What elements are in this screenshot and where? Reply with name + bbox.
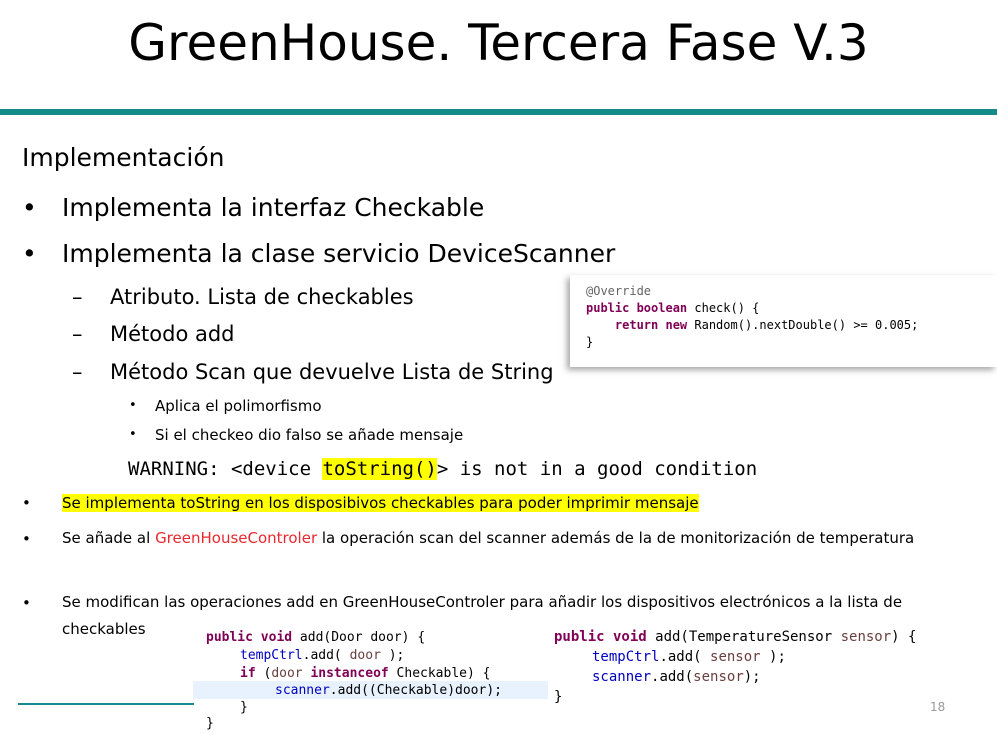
code-text: Random().nextDouble() >= 0.005; — [687, 318, 919, 332]
code-line: return new Random().nextDouble() >= 0.00… — [586, 317, 918, 334]
sub-sub-bullet-text: Si el checkeo dio falso se añade mensaje — [155, 426, 464, 444]
para-bullet-dot: • — [22, 594, 31, 612]
sub-bullet-atributo: – Atributo. Lista de checkables — [72, 282, 414, 312]
sub-bullet-text: Atributo. Lista de checkables — [110, 285, 414, 309]
code-keyword: if — [240, 666, 256, 681]
para-scan-before: Se añade al — [62, 529, 156, 547]
bullet-checkable: • Implementa la interfaz Checkable — [22, 190, 485, 226]
code-text: ( — [255, 666, 272, 681]
code-line: } — [586, 334, 593, 351]
code-variable: sensor — [693, 669, 744, 685]
code-text: .add( — [302, 648, 350, 663]
code-text: add(TemperatureSensor — [646, 629, 841, 645]
sub-sub-bullet-text: Aplica el polimorfismo — [155, 397, 322, 415]
sub-bullet-text: Método add — [110, 322, 235, 346]
code-text: .add((Checkable)door); — [329, 683, 502, 698]
code-line: scanner.add((Checkable)door); — [275, 681, 502, 700]
code-field: tempCtrl — [592, 649, 660, 665]
para-tostring: Se implementa toString en los disposibiv… — [62, 490, 982, 517]
title-divider — [0, 109, 997, 115]
code-text: ) { — [891, 629, 917, 645]
code-line: } — [206, 714, 214, 733]
code-text: Checkable) { — [388, 666, 491, 681]
sub-bullet-dash: – — [72, 360, 83, 384]
para-bullet-dot: • — [22, 530, 31, 548]
code-line: tempCtrl.add( sensor ); — [592, 648, 786, 667]
code-text: .add( — [659, 649, 711, 665]
code-field: scanner — [275, 683, 330, 698]
bullet-dot: • — [22, 193, 37, 222]
code-variable: sensor — [710, 649, 761, 665]
code-text: check() { — [687, 301, 760, 315]
code-field: scanner — [592, 669, 652, 685]
code-text: .add( — [651, 669, 694, 685]
code-keyword: public boolean — [586, 301, 688, 315]
sub-bullet-text: Método Scan que devuelve Lista de String — [110, 360, 554, 384]
bullet-text: Implementa la interfaz Checkable — [62, 193, 485, 222]
code-variable: sensor — [840, 629, 892, 645]
sub-bullet-dash: – — [72, 322, 83, 346]
code-text: } — [206, 716, 214, 731]
code-field: tempCtrl — [240, 648, 303, 663]
code-line: } — [240, 698, 248, 717]
slide-title: GreenHouse. Tercera Fase V.3 — [128, 14, 869, 72]
code-override-box: @Override public boolean check() { retur… — [570, 275, 997, 367]
warning-message: WARNING: <device toString()> is not in a… — [128, 455, 757, 483]
code-line: public boolean check() { — [586, 300, 759, 317]
para-scan-after: la operación scan del scanner además de … — [317, 529, 915, 547]
para-scan-red: GreenHouseControler — [155, 529, 318, 547]
warning-prefix: WARNING: <device — [128, 458, 323, 480]
code-variable: door — [271, 666, 303, 681]
footer-divider — [18, 703, 194, 705]
sub-bullet-add: – Método add — [72, 319, 235, 349]
code-keyword: public void — [206, 630, 293, 645]
page-number: 18 — [930, 700, 946, 714]
code-text: ); — [743, 669, 761, 685]
sub-sub-bullet-mensaje: • Si el checkeo dio falso se añade mensa… — [129, 424, 464, 446]
warning-highlight: toString() — [322, 458, 437, 480]
code-text: add(Door door) { — [292, 630, 426, 645]
code-keyword: public void — [554, 629, 647, 645]
bullet-text: Implementa la clase servicio DeviceScann… — [62, 239, 616, 268]
section-heading: Implementación — [22, 143, 225, 172]
para-scan: Se añade al GreenHouseControler la opera… — [62, 525, 982, 552]
code-line: } — [554, 688, 562, 707]
code-annotation: @Override — [586, 284, 652, 298]
sub-sub-bullet-dot: • — [129, 398, 137, 413]
code-keyword: return new — [614, 318, 688, 332]
code-text: } — [586, 335, 594, 349]
code-text: } — [554, 689, 563, 705]
code-line: public void add(Door door) { — [206, 628, 425, 647]
code-text: ); — [380, 648, 405, 663]
code-keyword: instanceof — [302, 666, 389, 681]
code-text: ); — [760, 649, 786, 665]
sub-bullet-scan: – Método Scan que devuelve Lista de Stri… — [72, 357, 554, 387]
para-tostring-text: Se implementa toString en los disposibiv… — [62, 494, 699, 512]
code-line: @Override — [586, 283, 651, 300]
bullet-dot: • — [22, 239, 37, 268]
para-bullet-dot: • — [22, 494, 31, 512]
code-text: } — [240, 700, 248, 715]
code-line: public void add(TemperatureSensor sensor… — [554, 628, 916, 647]
warning-suffix: > is not in a good condition — [436, 458, 758, 480]
code-variable: door — [349, 648, 381, 663]
sub-sub-bullet-polimorfismo: • Aplica el polimorfismo — [129, 395, 322, 417]
sub-sub-bullet-dot: • — [129, 427, 137, 442]
code-line: tempCtrl.add( door ); — [240, 646, 404, 665]
sub-bullet-dash: – — [72, 285, 83, 309]
code-line: scanner.add(sensor); — [592, 668, 761, 687]
bullet-devicescanner: • Implementa la clase servicio DeviceSca… — [22, 236, 616, 272]
